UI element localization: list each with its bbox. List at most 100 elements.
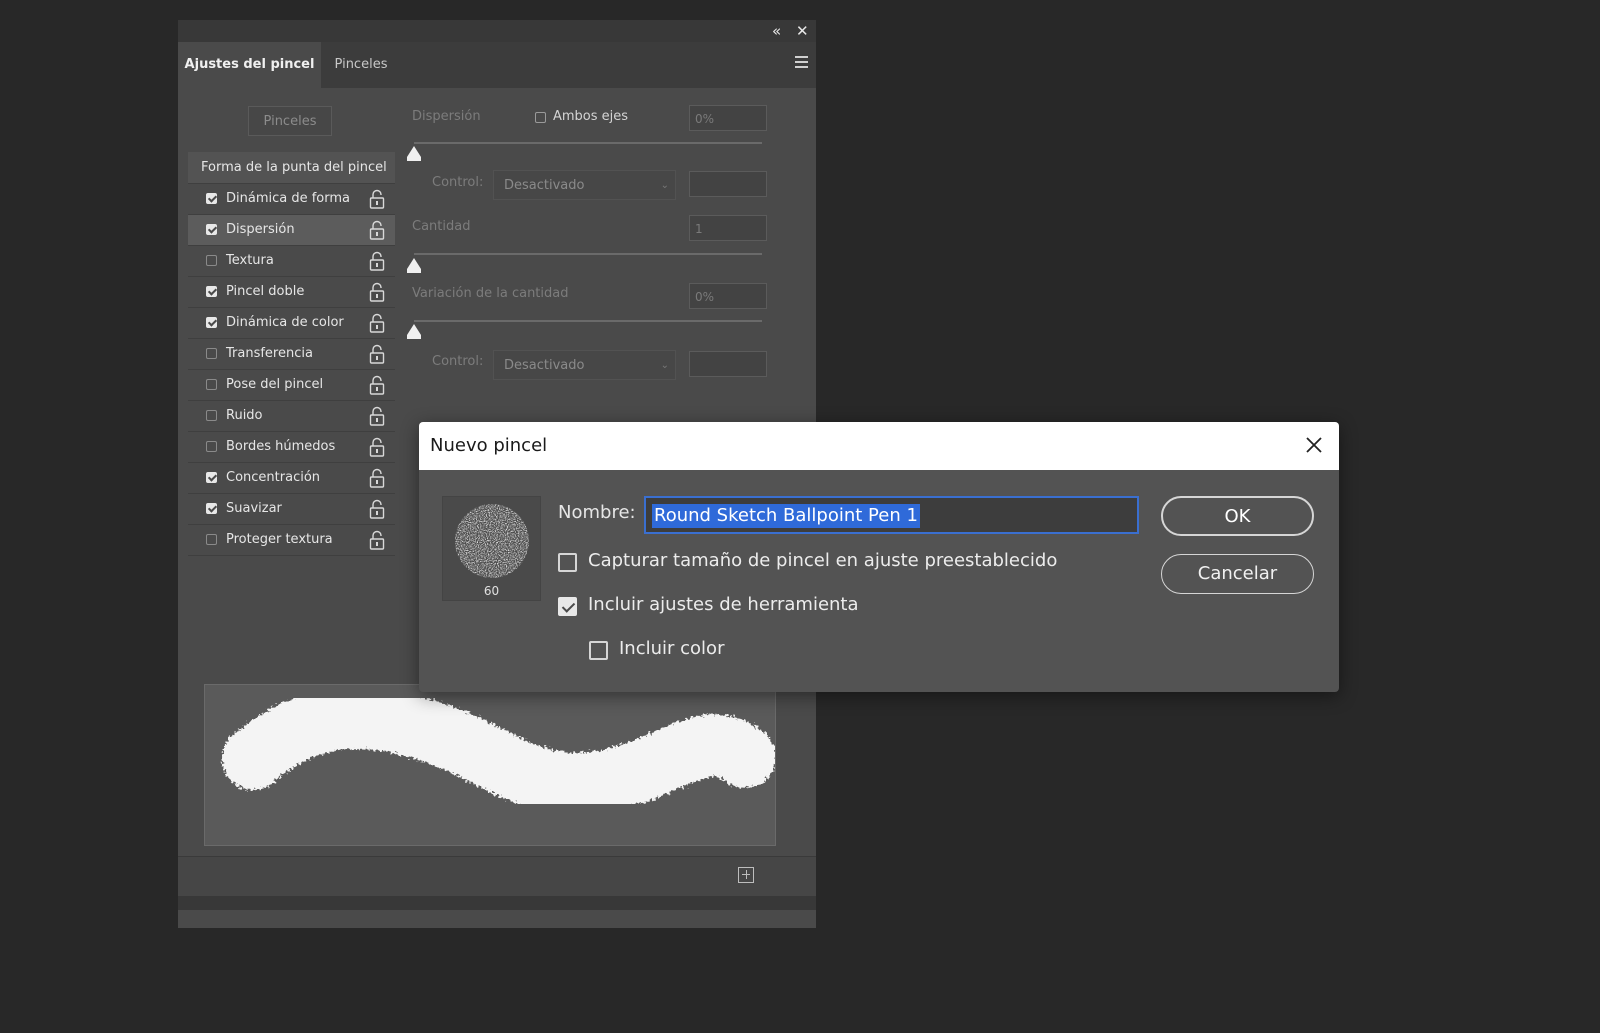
list-item-pose-del-pincel[interactable]: Pose del pincel [188, 370, 395, 401]
list-item-label: Pose del pincel [226, 377, 324, 392]
control-select-value: Desactivado [504, 178, 585, 193]
list-item-pincel-doble[interactable]: Pincel doble [188, 277, 395, 308]
new-brush-icon[interactable] [738, 867, 754, 883]
dialog-titlebar: Nuevo pincel [419, 422, 1339, 470]
brush-tip-preview [455, 504, 529, 578]
both-axes-checkbox[interactable] [535, 112, 546, 123]
list-item-dinamica-de-forma[interactable]: Dinámica de forma [188, 184, 395, 215]
count-slider-track[interactable] [414, 253, 762, 255]
panel-resize-bar[interactable] [178, 896, 816, 910]
tab-brushes[interactable]: Pinceles [321, 42, 401, 88]
brush-stroke-preview [204, 684, 776, 846]
list-item-suavizar[interactable]: Suavizar [188, 494, 395, 525]
list-item-label: Dispersión [226, 222, 295, 237]
include-color-checkbox[interactable] [589, 641, 608, 660]
list-item-checkbox[interactable] [206, 255, 217, 266]
include-tool-settings-checkbox[interactable] [558, 597, 577, 616]
lock-icon[interactable] [369, 406, 385, 426]
control-extra-input[interactable] [689, 171, 767, 197]
include-tool-settings-label: Incluir ajustes de herramienta [588, 594, 859, 615]
list-item-dispersion[interactable]: Dispersión [188, 215, 395, 246]
tab-brush-settings[interactable]: Ajustes del pincel [178, 42, 321, 88]
list-item-checkbox[interactable] [206, 472, 217, 483]
scatter-slider-track[interactable] [414, 142, 762, 144]
list-item-checkbox[interactable] [206, 410, 217, 421]
brush-name-input[interactable]: Round Sketch Ballpoint Pen 1 [644, 496, 1139, 534]
brush-tip-shape-item[interactable]: Forma de la punta del pincel [188, 152, 395, 184]
list-item-textura[interactable]: Textura [188, 246, 395, 277]
list-item-label: Dinámica de color [226, 315, 344, 330]
lock-icon[interactable] [369, 468, 385, 488]
chevron-down-icon: ⌄ [660, 180, 669, 191]
scatter-value-input[interactable]: 0% [689, 105, 767, 131]
brush-size-value: 60 [483, 584, 500, 598]
lock-icon[interactable] [369, 344, 385, 364]
list-item-checkbox[interactable] [206, 534, 217, 545]
control2-select-value: Desactivado [504, 358, 585, 373]
lock-icon[interactable] [369, 189, 385, 209]
list-item-checkbox[interactable] [206, 193, 217, 204]
list-item-checkbox[interactable] [206, 317, 217, 328]
count-slider-thumb[interactable] [407, 258, 421, 273]
list-item-checkbox[interactable] [206, 441, 217, 452]
lock-icon[interactable] [369, 313, 385, 333]
list-item-dinamica-de-color[interactable]: Dinámica de color [188, 308, 395, 339]
scatter-label: Dispersión [412, 109, 481, 124]
list-item-label: Suavizar [226, 501, 282, 516]
list-item-checkbox[interactable] [206, 348, 217, 359]
list-item-checkbox[interactable] [206, 224, 217, 235]
count-jitter-slider-track[interactable] [414, 320, 762, 322]
count-jitter-slider-thumb[interactable] [407, 324, 421, 339]
control2-label: Control: [432, 354, 484, 369]
brush-name-text: Round Sketch Ballpoint Pen 1 [652, 504, 920, 528]
list-item-label: Dinámica de forma [226, 191, 351, 206]
cancel-button[interactable]: Cancelar [1161, 554, 1314, 594]
count-label: Cantidad [412, 219, 471, 234]
control2-select[interactable]: Desactivado ⌄ [493, 350, 676, 380]
close-icon[interactable] [1303, 434, 1325, 456]
lock-icon[interactable] [369, 437, 385, 457]
scatter-slider-thumb[interactable] [407, 146, 421, 161]
new-brush-dialog: Nuevo pincel 60 Nombre: Round Sketch Bal… [419, 422, 1339, 692]
double-chevron-left-icon[interactable]: « [772, 21, 781, 41]
list-item-label: Bordes húmedos [226, 439, 336, 454]
brush-settings-list: Forma de la punta del pincel Dinámica de… [188, 152, 395, 556]
list-item-label: Proteger textura [226, 532, 333, 547]
control2-extra-input[interactable] [689, 351, 767, 377]
list-item-label: Concentración [226, 470, 321, 485]
list-item-bordes-humedos[interactable]: Bordes húmedos [188, 432, 395, 463]
list-item-checkbox[interactable] [206, 503, 217, 514]
capture-size-label: Capturar tamaño de pincel en ajuste pree… [588, 550, 1058, 571]
control-label: Control: [432, 175, 484, 190]
list-item-label: Textura [226, 253, 274, 268]
list-item-checkbox[interactable] [206, 286, 217, 297]
panel-footer [178, 856, 816, 897]
lock-icon[interactable] [369, 282, 385, 302]
list-item-label: Pincel doble [226, 284, 305, 299]
lock-icon[interactable] [369, 251, 385, 271]
chevron-down-icon: ⌄ [660, 360, 669, 371]
control-select[interactable]: Desactivado ⌄ [493, 170, 676, 200]
list-item-checkbox[interactable] [206, 379, 217, 390]
hamburger-menu-icon[interactable] [795, 56, 808, 68]
count-jitter-value-input[interactable]: 0% [689, 283, 767, 309]
panel-titlebar: « ✕ [178, 20, 816, 42]
lock-icon[interactable] [369, 375, 385, 395]
list-item-transferencia[interactable]: Transferencia [188, 339, 395, 370]
count-value-input[interactable]: 1 [689, 215, 767, 241]
list-item-concentracion[interactable]: Concentración [188, 463, 395, 494]
ok-button[interactable]: OK [1161, 496, 1314, 536]
brushes-button[interactable]: Pinceles [248, 106, 332, 136]
dialog-title: Nuevo pincel [430, 435, 548, 456]
lock-icon[interactable] [369, 530, 385, 550]
list-item-proteger-textura[interactable]: Proteger textura [188, 525, 395, 556]
lock-icon[interactable] [369, 220, 385, 240]
include-color-label: Incluir color [619, 638, 725, 659]
close-icon[interactable]: ✕ [796, 21, 809, 41]
lock-icon[interactable] [369, 499, 385, 519]
count-jitter-label: Variación de la cantidad [412, 286, 569, 301]
capture-size-checkbox[interactable] [558, 553, 577, 572]
brush-thumbnail: 60 [442, 496, 541, 601]
list-item-ruido[interactable]: Ruido [188, 401, 395, 432]
both-axes-label: Ambos ejes [553, 109, 629, 124]
